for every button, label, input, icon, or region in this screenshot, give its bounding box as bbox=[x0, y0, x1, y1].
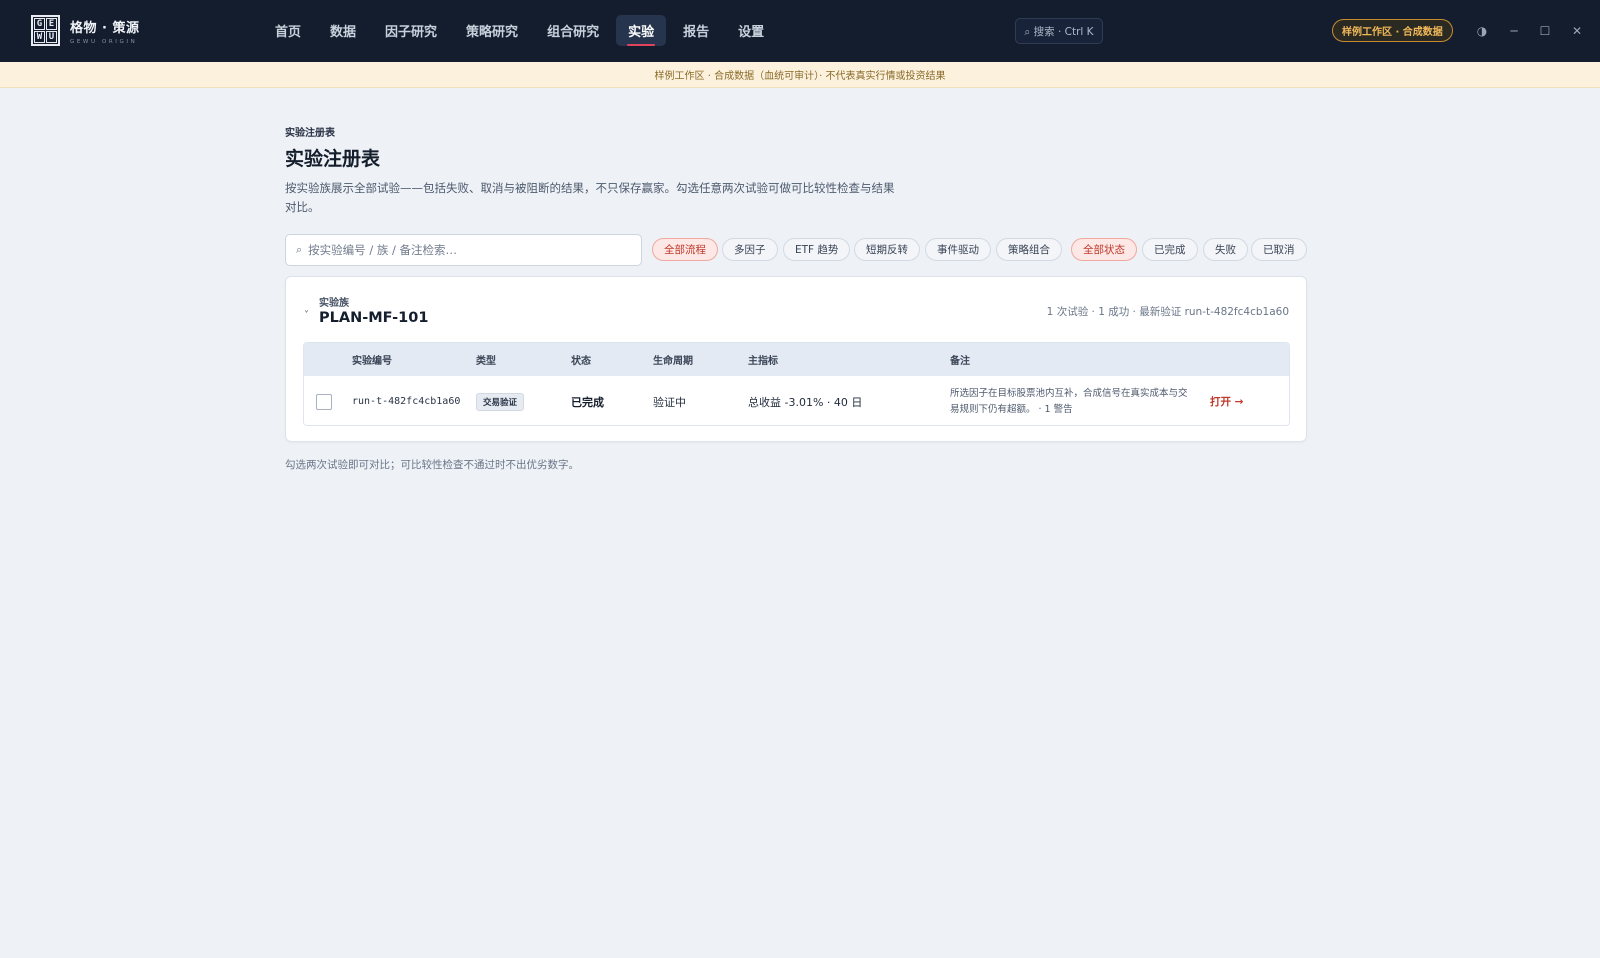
family-summary: 1 次试验 · 1 成功 · 最新验证 run-t-482fc4cb1a60 bbox=[1046, 306, 1289, 318]
chip-status-cancelled[interactable]: 已取消 bbox=[1251, 238, 1307, 261]
search-input[interactable] bbox=[308, 243, 629, 257]
minimize-icon[interactable]: ─ bbox=[1506, 21, 1522, 41]
run-status: 已完成 bbox=[571, 395, 604, 409]
column-header-metric: 主指标 bbox=[748, 356, 778, 367]
runs-table: 实验编号 类型 状态 生命周期 主指标 备注 run-t-482fc4cb1a6… bbox=[303, 342, 1290, 426]
nav-item-portfolio-research[interactable]: 组合研究 bbox=[535, 15, 611, 46]
run-metric: 总收益 -3.01% · 40 日 bbox=[748, 395, 863, 409]
chip-flow-event-driven[interactable]: 事件驱动 bbox=[925, 238, 991, 261]
chip-flow-etf-trend[interactable]: ETF 趋势 bbox=[783, 238, 851, 261]
top-bar: G E W U 格物 · 策源 GEWU ORIGIN 首页 数据 因子研究 策… bbox=[0, 0, 1600, 62]
run-lifecycle: 验证中 bbox=[653, 395, 686, 409]
page-title: 实验注册表 bbox=[285, 148, 381, 170]
filter-bar: ⌕ 全部流程 多因子 ETF 趋势 短期反转 事件驱动 策略组合 全部状态 已完… bbox=[285, 234, 1307, 266]
logo-mark-icon: G E W U bbox=[31, 15, 60, 46]
family-title[interactable]: PLAN-MF-101 bbox=[319, 310, 428, 326]
logo-letter: U bbox=[46, 31, 57, 43]
search-icon: ⌕ bbox=[296, 243, 303, 256]
column-header-run-id: 实验编号 bbox=[352, 356, 392, 367]
chip-status-failed[interactable]: 失败 bbox=[1203, 238, 1248, 261]
logo-letter: W bbox=[34, 31, 45, 43]
type-badge: 交易验证 bbox=[476, 392, 525, 411]
app-subtitle: GEWU ORIGIN bbox=[70, 38, 138, 45]
theme-toggle-icon[interactable]: ◑ bbox=[1474, 21, 1490, 41]
sample-data-banner: 样例工作区 · 合成数据（血统可审计）· 不代表真实行情或投资结果 bbox=[0, 62, 1600, 88]
run-note: 所选因子在目标股票池内互补，合成信号在真实成本与交易规则下仍有超额。 · 1 警… bbox=[950, 387, 1188, 415]
nav-item-home[interactable]: 首页 bbox=[263, 15, 313, 46]
chip-flow-multifactor[interactable]: 多因子 bbox=[722, 238, 778, 261]
chevron-down-icon[interactable]: ˅ bbox=[304, 310, 309, 321]
chip-flow-all[interactable]: 全部流程 bbox=[652, 238, 718, 261]
run-id: run-t-482fc4cb1a60 bbox=[352, 396, 461, 407]
column-header-lifecycle: 生命周期 bbox=[653, 356, 693, 367]
column-header-type: 类型 bbox=[476, 356, 496, 367]
page-eyebrow: 实验注册表 bbox=[285, 128, 335, 139]
chip-flow-strategy-portfolio[interactable]: 策略组合 bbox=[996, 238, 1062, 261]
chip-status-all[interactable]: 全部状态 bbox=[1071, 238, 1137, 261]
app-logo[interactable]: G E W U 格物 · 策源 GEWU ORIGIN bbox=[31, 15, 140, 46]
nav-item-reports[interactable]: 报告 bbox=[671, 15, 721, 46]
nav-item-factor-research[interactable]: 因子研究 bbox=[373, 15, 449, 46]
column-header-status: 状态 bbox=[571, 356, 591, 367]
logo-letter: E bbox=[46, 18, 57, 30]
compare-hint: 勾选两次试验即可对比；可比较性检查不通过时不出优劣数字。 bbox=[285, 459, 579, 471]
table-row[interactable]: run-t-482fc4cb1a60 交易验证 已完成 验证中 总收益 -3.0… bbox=[304, 376, 1289, 425]
open-run-link[interactable]: 打开 → bbox=[1210, 394, 1243, 409]
nav-item-data[interactable]: 数据 bbox=[318, 15, 368, 46]
logo-letter: G bbox=[34, 18, 45, 30]
maximize-icon[interactable]: ☐ bbox=[1537, 21, 1553, 41]
page-description: 按实验族展示全部试验——包括失败、取消与被阻断的结果，不只保存赢家。勾选任意两次… bbox=[285, 181, 895, 214]
main-content: 实验注册表 实验注册表 按实验族展示全部试验——包括失败、取消与被阻断的结果，不… bbox=[285, 124, 1307, 471]
chip-flow-short-reversal[interactable]: 短期反转 bbox=[854, 238, 920, 261]
search-field[interactable]: ⌕ bbox=[285, 234, 642, 266]
workspace-badge[interactable]: 样例工作区 · 合成数据 bbox=[1332, 19, 1453, 42]
app-title: 格物 · 策源 bbox=[70, 20, 140, 36]
global-search-button[interactable]: ⌕ 搜索 · Ctrl K bbox=[1015, 18, 1103, 44]
table-header: 实验编号 类型 状态 生命周期 主指标 备注 bbox=[304, 343, 1289, 376]
experiment-family-card: ˅ 实验族 PLAN-MF-101 1 次试验 · 1 成功 · 最新验证 ru… bbox=[285, 276, 1307, 442]
chip-status-completed[interactable]: 已完成 bbox=[1142, 238, 1198, 261]
row-select-checkbox[interactable] bbox=[316, 393, 332, 410]
close-icon[interactable]: ✕ bbox=[1569, 21, 1585, 41]
family-eyebrow: 实验族 bbox=[319, 298, 349, 309]
column-header-note: 备注 bbox=[950, 356, 970, 367]
main-nav: 首页 数据 因子研究 策略研究 组合研究 实验 报告 设置 bbox=[263, 15, 781, 46]
nav-item-experiments[interactable]: 实验 bbox=[616, 15, 667, 46]
nav-item-settings[interactable]: 设置 bbox=[726, 15, 776, 46]
nav-item-strategy-research[interactable]: 策略研究 bbox=[454, 15, 530, 46]
